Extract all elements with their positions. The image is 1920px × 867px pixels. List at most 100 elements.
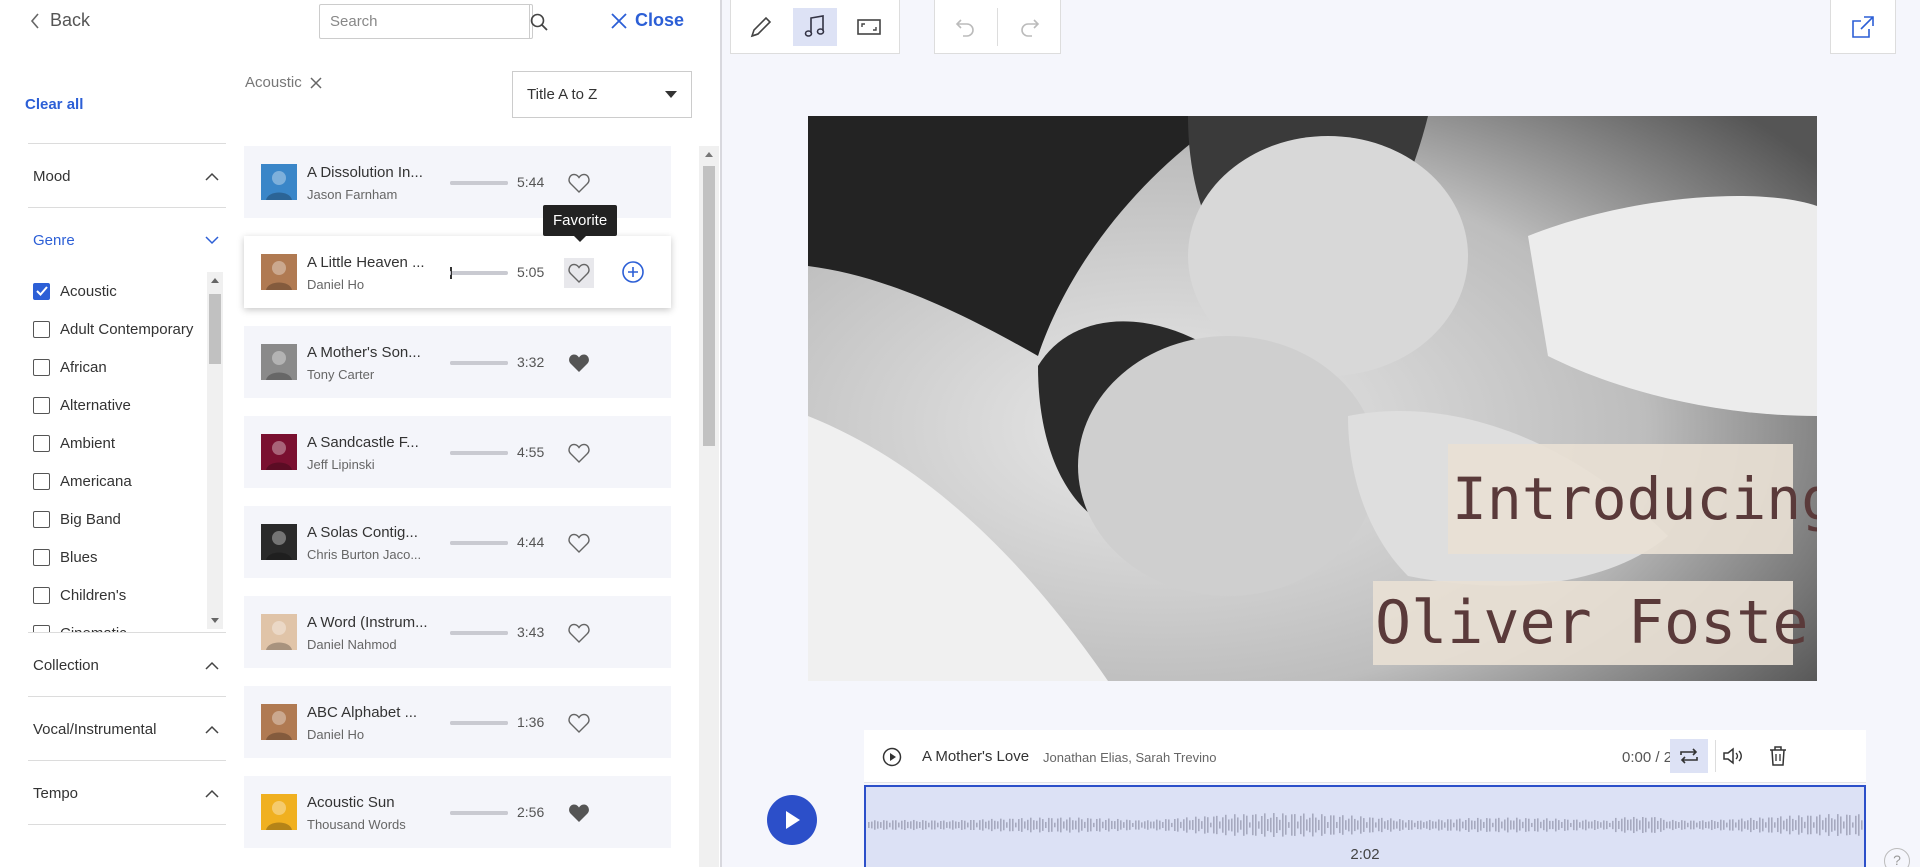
volume-button[interactable] — [1714, 739, 1752, 773]
track-progress-bar[interactable] — [450, 811, 508, 815]
play-circle-icon[interactable] — [882, 747, 902, 767]
genre-checkbox[interactable] — [33, 358, 50, 376]
genre-checkbox[interactable] — [33, 472, 50, 490]
genre-list-scrollbar[interactable] — [207, 272, 223, 629]
genre-checkbox[interactable] — [33, 282, 50, 300]
genre-option[interactable]: Big Band — [28, 500, 226, 538]
genre-option[interactable]: Cinematic — [28, 614, 226, 632]
genre-option[interactable]: Americana — [28, 462, 226, 500]
favorite-button[interactable] — [564, 438, 594, 468]
loop-button[interactable] — [1670, 739, 1708, 773]
delete-button[interactable] — [1759, 739, 1797, 773]
track-row[interactable]: A Sandcastle F... Jeff Lipinski 4:55 — [244, 416, 671, 488]
tempo-section-toggle[interactable]: Tempo — [28, 761, 226, 825]
waveform-bar — [1141, 822, 1143, 828]
favorite-button[interactable] — [564, 618, 594, 648]
favorite-button[interactable] — [564, 708, 594, 738]
track-row[interactable]: A Mother's Son... Tony Carter 3:32 — [244, 326, 671, 398]
help-button[interactable]: ? — [1884, 848, 1910, 867]
vocal-section-toggle[interactable]: Vocal/Instrumental — [28, 697, 226, 761]
waveform-bar — [1426, 821, 1428, 829]
search-input[interactable] — [320, 5, 529, 38]
genre-checkbox[interactable] — [33, 434, 50, 452]
waveform-bar — [1768, 817, 1770, 833]
genre-checkbox[interactable] — [33, 548, 50, 566]
brush-tool-button[interactable] — [739, 8, 783, 46]
mood-section-toggle[interactable]: Mood — [28, 144, 226, 208]
clear-all-link[interactable]: Clear all — [25, 96, 83, 113]
track-row[interactable]: A Solas Contig... Chris Burton Jaco... 4:4… — [244, 506, 671, 578]
genre-option[interactable]: Children's — [28, 576, 226, 614]
waveform-bar — [1606, 820, 1608, 830]
back-button[interactable]: Back — [30, 10, 90, 31]
waveform-bar — [1696, 822, 1698, 828]
track-progress-bar[interactable] — [450, 361, 508, 365]
track-row[interactable]: A Word (Instrum... Daniel Nahmod 3:43 — [244, 596, 671, 668]
track-progress-bar[interactable] — [450, 631, 508, 635]
waveform-bar — [1351, 815, 1353, 835]
search-button[interactable] — [529, 5, 548, 38]
waveform-bar — [1540, 821, 1542, 829]
scroll-down-arrow-icon[interactable] — [211, 618, 219, 623]
open-external-button[interactable] — [1830, 0, 1896, 54]
favorite-button[interactable] — [564, 348, 594, 378]
waveform-track[interactable]: 2:02 — [864, 785, 1866, 867]
favorite-button[interactable] — [564, 258, 594, 288]
close-button[interactable]: Close — [611, 10, 684, 31]
track-row[interactable]: Acoustic Sun Thousand Words 2:56 — [244, 776, 671, 848]
waveform-bar — [1294, 814, 1296, 836]
scroll-thumb[interactable] — [703, 166, 715, 446]
genre-checkbox[interactable] — [33, 510, 50, 528]
track-row[interactable]: A Little Heaven ... Daniel Ho 5:05 — [244, 236, 671, 308]
genre-checkbox[interactable] — [33, 320, 50, 338]
caption-line-2[interactable]: Oliver Foster — [1373, 581, 1817, 665]
waveform-bar — [1360, 816, 1362, 834]
track-progress-bar[interactable] — [450, 451, 508, 455]
scroll-up-arrow-icon[interactable] — [705, 152, 713, 157]
undo-button[interactable] — [943, 8, 987, 46]
genre-option[interactable]: Acoustic — [28, 272, 226, 310]
waveform-bar — [1612, 820, 1614, 830]
favorite-button[interactable] — [564, 798, 594, 828]
video-preview[interactable]: Introducing Oliver Foster — [808, 116, 1817, 681]
waveform-bar — [1384, 821, 1386, 829]
genre-option[interactable]: African — [28, 348, 226, 386]
genre-option[interactable]: Blues — [28, 538, 226, 576]
favorite-button[interactable] — [564, 528, 594, 558]
genre-checkbox[interactable] — [33, 624, 50, 632]
sort-select[interactable]: Title A to Z — [512, 71, 692, 118]
genre-label: Adult Contemporary — [60, 320, 194, 338]
scroll-thumb[interactable] — [209, 294, 221, 364]
genre-option[interactable]: Adult Contemporary — [28, 310, 226, 348]
track-list-scrollbar[interactable] — [699, 146, 719, 867]
redo-button[interactable] — [1008, 8, 1052, 46]
music-tool-button[interactable] — [793, 7, 837, 46]
track-progress-bar[interactable] — [450, 181, 508, 185]
track-progress-bar[interactable] — [450, 721, 508, 725]
collection-section-toggle[interactable]: Collection — [28, 633, 226, 697]
trash-icon — [1770, 746, 1786, 766]
filter-panel: Back Clear all Mood Genre Acoustic Adult … — [0, 0, 233, 867]
genre-option[interactable]: Alternative — [28, 386, 226, 424]
genre-checkbox[interactable] — [33, 586, 50, 604]
waveform-bar — [1330, 815, 1332, 835]
track-progress-bar[interactable] — [450, 267, 508, 279]
progress-fill — [450, 631, 508, 635]
genre-checkbox[interactable] — [33, 396, 50, 414]
scroll-up-arrow-icon[interactable] — [211, 278, 219, 283]
genre-option[interactable]: Ambient — [28, 424, 226, 462]
waveform-bar — [1645, 817, 1647, 833]
add-circle-icon[interactable] — [621, 260, 645, 284]
remove-chip-icon[interactable] — [310, 76, 322, 89]
waveform-bar — [1306, 819, 1308, 831]
track-progress-bar[interactable] — [450, 541, 508, 545]
resize-tool-button[interactable] — [847, 8, 891, 46]
favorite-button[interactable] — [564, 168, 594, 198]
caption-line-1[interactable]: Introducing — [1448, 444, 1817, 554]
track-row[interactable]: ABC Alphabet ... Daniel Ho 1:36 — [244, 686, 671, 758]
artist-thumbnail — [261, 524, 297, 560]
undo-icon — [955, 18, 974, 37]
genre-section-toggle[interactable]: Genre — [28, 208, 226, 272]
main-play-button[interactable] — [767, 795, 817, 845]
tool-group-history — [934, 0, 1061, 54]
